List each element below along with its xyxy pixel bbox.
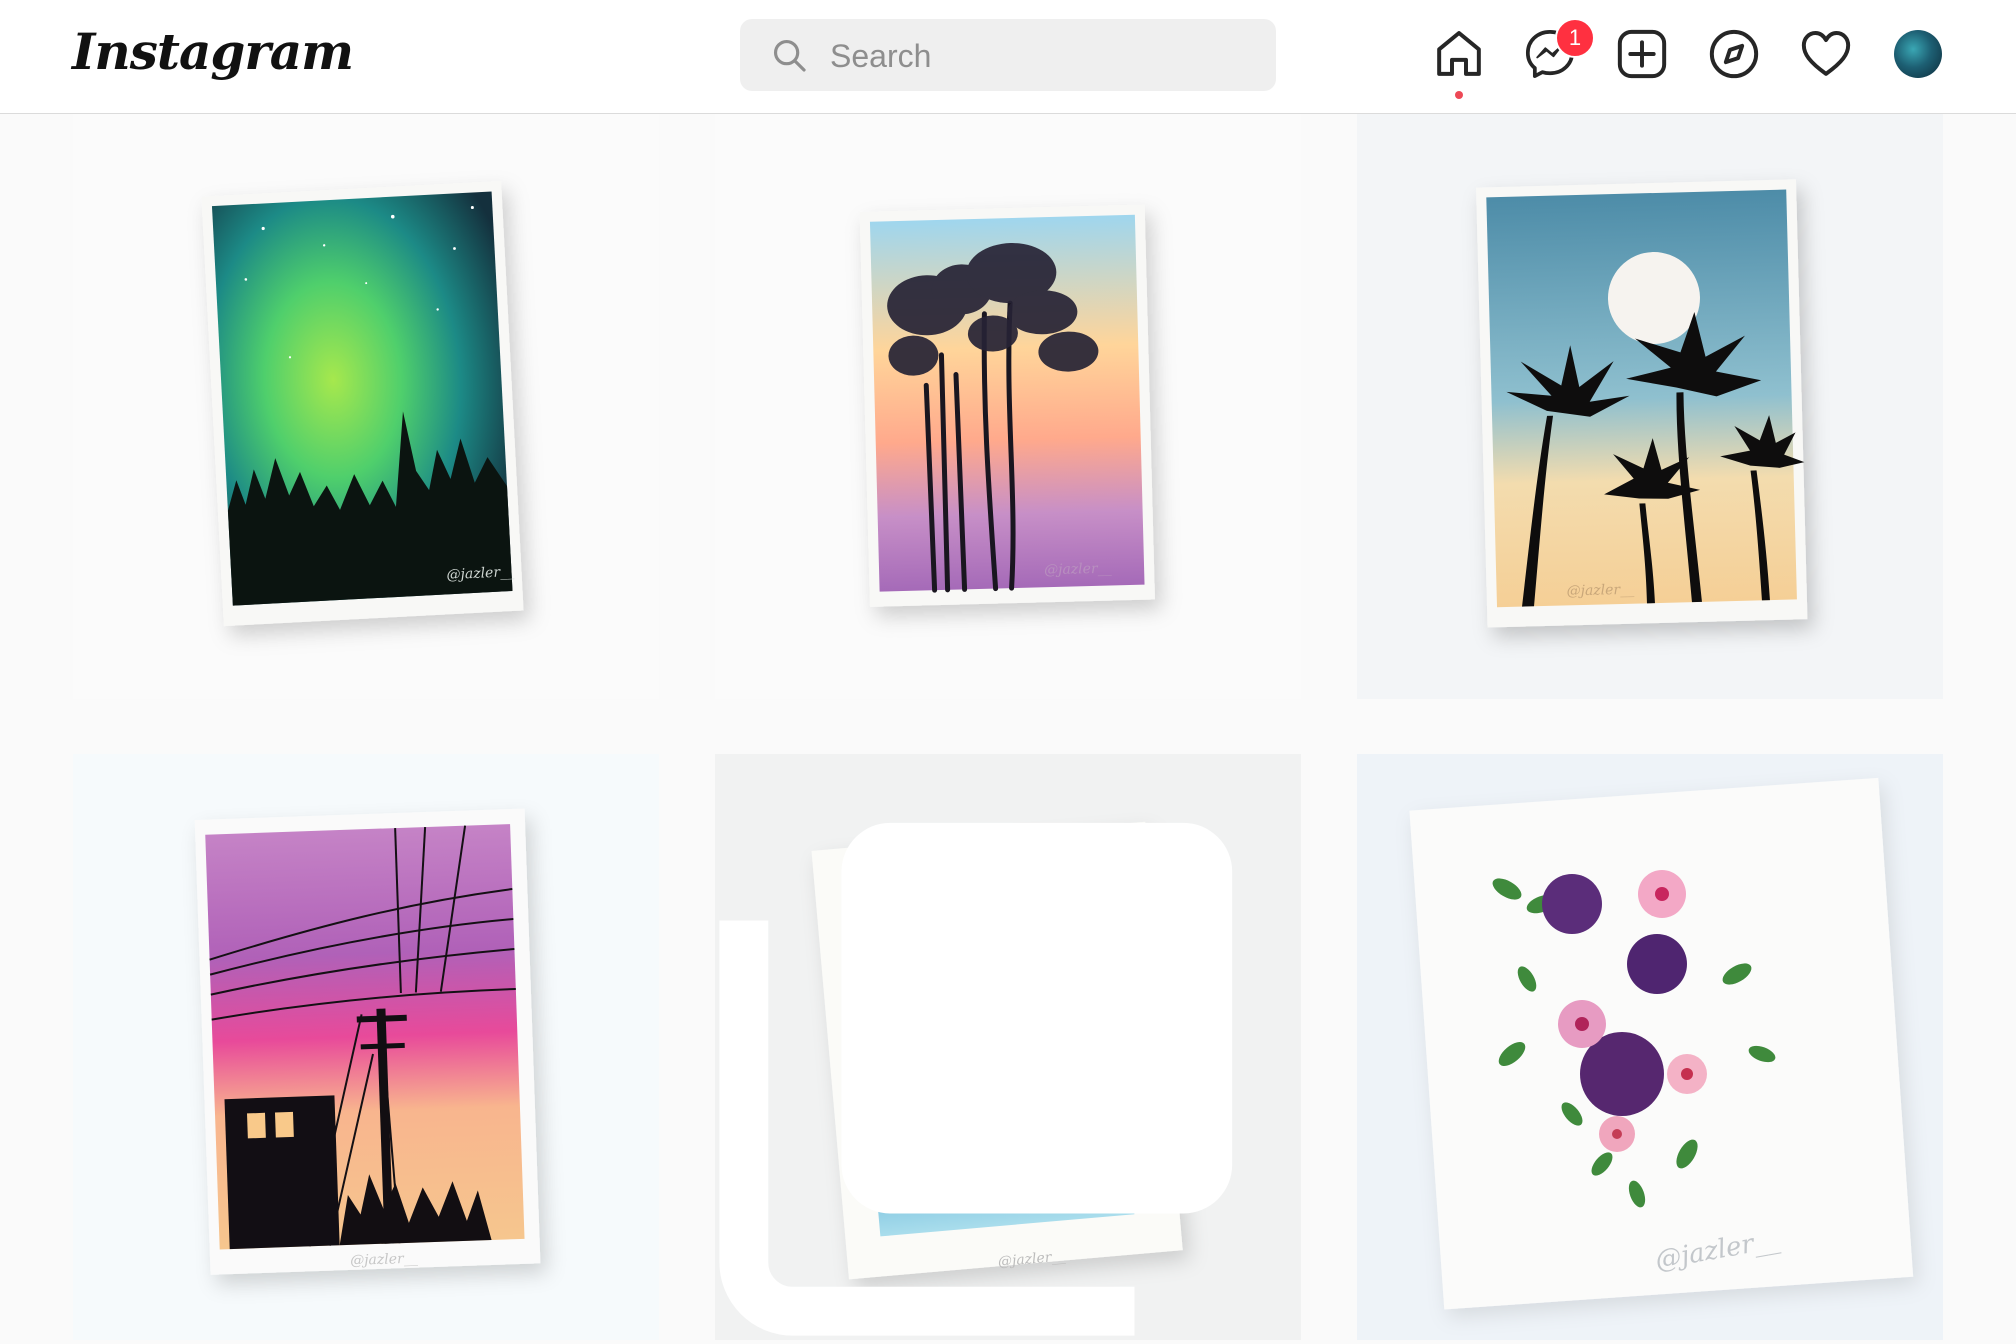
top-navigation-bar: Instagram 1: [0, 0, 2016, 114]
new-post-button[interactable]: [1614, 26, 1670, 82]
post-tile-6[interactable]: @jazler__: [1357, 754, 1943, 1340]
instagram-logo[interactable]: Instagram: [72, 22, 354, 81]
post-tile-1[interactable]: @jazler__: [73, 113, 659, 699]
multiple-images-icon: [719, 822, 1233, 1336]
search-input[interactable]: [828, 33, 1252, 79]
search-icon: [773, 39, 806, 72]
active-tab-indicator: [1455, 91, 1463, 99]
aurora-forest-painting: @jazler__: [73, 113, 659, 699]
post-tile-5[interactable]: @jazler__: [715, 754, 1301, 1340]
post-tile-3[interactable]: @jazler__: [1357, 113, 1943, 699]
heart-icon: [1801, 31, 1851, 76]
flower-bouquet-painting: @jazler__: [1357, 754, 1943, 1340]
tall-trees-sunset-painting: @jazler__: [715, 113, 1301, 699]
explore-button[interactable]: [1706, 26, 1762, 82]
explore-icon: [1709, 29, 1759, 79]
home-button[interactable]: [1431, 26, 1487, 82]
profile-avatar[interactable]: [1894, 30, 1942, 78]
home-icon: [1437, 31, 1481, 76]
new-post-icon: [1617, 29, 1667, 79]
power-lines-sunset-painting: @jazler__: [73, 754, 659, 1340]
post-tile-4[interactable]: @jazler__: [73, 754, 659, 1340]
messages-badge: 1: [1555, 18, 1595, 58]
post-4-watermark: @jazler__: [350, 1251, 418, 1269]
moon-palm-trees-painting: @jazler__: [1357, 113, 1943, 699]
activity-button[interactable]: [1798, 26, 1854, 82]
search-box[interactable]: [740, 19, 1276, 91]
post-3-watermark: @jazler__: [1566, 582, 1634, 600]
post-tile-2[interactable]: @jazler__: [715, 113, 1301, 699]
post-2-watermark: @jazler__: [1044, 561, 1112, 579]
